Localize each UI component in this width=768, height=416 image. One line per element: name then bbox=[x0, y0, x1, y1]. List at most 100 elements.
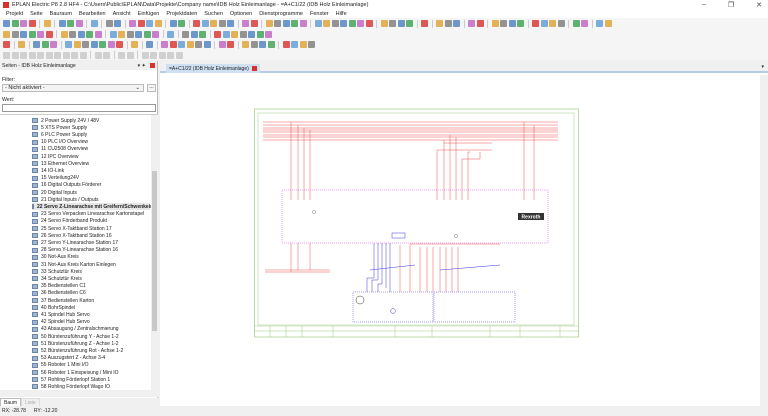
refresh-icon[interactable] bbox=[193, 20, 200, 27]
arc3-icon[interactable] bbox=[135, 30, 142, 38]
cable2-icon[interactable] bbox=[82, 41, 89, 48]
tree-item[interactable]: 11 CU2508 Overview bbox=[32, 146, 88, 153]
line-icon[interactable] bbox=[60, 30, 68, 38]
tag-icon[interactable] bbox=[218, 41, 226, 48]
tree-item[interactable]: 6 PLC Power Supply bbox=[32, 131, 87, 138]
arc-icon[interactable] bbox=[77, 30, 85, 38]
close-button[interactable]: ✕ bbox=[756, 1, 762, 9]
paste-icon[interactable] bbox=[75, 20, 83, 27]
tree-item[interactable]: 25 Servo X-Taktband Station 17 bbox=[32, 225, 112, 232]
rectangle-icon[interactable] bbox=[86, 30, 93, 38]
view-icon[interactable] bbox=[242, 41, 249, 48]
minimize-button[interactable]: – bbox=[702, 1, 706, 9]
wrench-icon[interactable] bbox=[43, 20, 51, 27]
connect5-icon[interactable] bbox=[282, 41, 290, 48]
filter-dropdown[interactable]: - Nicht aktiviert - ⌄ bbox=[2, 84, 144, 92]
net3-icon[interactable] bbox=[282, 20, 290, 27]
g4-icon[interactable] bbox=[28, 51, 36, 59]
menu-hilfe[interactable]: Hilfe bbox=[336, 11, 347, 17]
ellipse2-icon[interactable] bbox=[152, 30, 159, 38]
corner-tr-icon[interactable] bbox=[500, 20, 507, 27]
tree-item[interactable]: 5 XTS Power Supply bbox=[32, 124, 87, 131]
frame-icon[interactable] bbox=[94, 30, 102, 38]
redo-icon[interactable] bbox=[137, 20, 145, 27]
undo-icon[interactable] bbox=[129, 20, 136, 27]
cross2-icon[interactable] bbox=[581, 20, 588, 27]
view4-icon[interactable] bbox=[267, 41, 275, 48]
net5-icon[interactable] bbox=[299, 20, 307, 27]
wire-icon[interactable] bbox=[116, 41, 123, 48]
grid-icon[interactable] bbox=[314, 20, 322, 27]
snap-icon[interactable] bbox=[323, 20, 330, 27]
corner5-icon[interactable] bbox=[299, 41, 307, 48]
page-prop-icon[interactable] bbox=[20, 30, 27, 38]
tree-item[interactable]: 2 Power Supply 24V / 48V bbox=[32, 117, 99, 124]
menu-seite[interactable]: Seite bbox=[30, 11, 43, 17]
tree-item[interactable]: 27 Servo Y-Linearachse Station 17 bbox=[32, 239, 118, 246]
g7-icon[interactable] bbox=[54, 51, 61, 59]
corner6-icon[interactable] bbox=[308, 41, 315, 48]
menu-suchen[interactable]: Suchen bbox=[204, 11, 223, 17]
menu-dienstprogramme[interactable]: Dienstprogramme bbox=[259, 11, 303, 17]
g13-icon[interactable] bbox=[118, 51, 125, 59]
tree-item[interactable]: 16 Digital Outputs Förderer bbox=[32, 182, 101, 189]
g17-icon[interactable] bbox=[158, 51, 166, 59]
scrollbar-thumb[interactable] bbox=[152, 171, 157, 331]
copy-icon[interactable] bbox=[67, 20, 74, 27]
menu-einf-gen[interactable]: Einfügen bbox=[138, 11, 160, 17]
tree-item[interactable]: 10 PLC I/O Overview bbox=[32, 139, 88, 146]
box3-icon[interactable] bbox=[195, 41, 202, 48]
tree-item[interactable]: 35 Bedienstellen C1 bbox=[32, 283, 86, 290]
redo2-icon[interactable] bbox=[146, 20, 153, 27]
g15-icon[interactable] bbox=[141, 51, 149, 59]
plc2-icon[interactable] bbox=[41, 41, 49, 48]
tree-item[interactable]: 23 Servo Verpacken Linearachse Kartonsta… bbox=[32, 211, 144, 218]
layer2-icon[interactable] bbox=[397, 20, 405, 27]
g9-icon[interactable] bbox=[71, 51, 78, 59]
tree-item[interactable]: 31 Not-Aus Kreis Karton Einlegen bbox=[32, 261, 116, 268]
terminal-icon[interactable] bbox=[421, 20, 428, 27]
tree-horizontal-scrollbar[interactable] bbox=[0, 390, 158, 397]
g12-icon[interactable] bbox=[103, 51, 110, 59]
zoom-in-icon[interactable] bbox=[210, 20, 217, 27]
page2-icon[interactable] bbox=[178, 20, 185, 27]
g18-icon[interactable] bbox=[167, 51, 174, 59]
image-icon[interactable] bbox=[190, 30, 198, 38]
tree-item[interactable]: 51 Bürstenzuführung Z - Achse 1-2 bbox=[32, 340, 119, 347]
tree-item[interactable]: 52 Bürstenzuführung Rot - Achse 1-2 bbox=[32, 347, 123, 354]
tree-vertical-scrollbar[interactable] bbox=[151, 115, 158, 390]
g11-icon[interactable] bbox=[94, 51, 102, 59]
g3-icon[interactable] bbox=[20, 51, 27, 59]
dim3-icon[interactable] bbox=[231, 30, 238, 38]
jump4-icon[interactable] bbox=[365, 20, 373, 27]
t-up-icon[interactable] bbox=[540, 20, 548, 27]
box2-icon[interactable] bbox=[186, 41, 194, 48]
cable-icon[interactable] bbox=[73, 41, 81, 48]
t-right-icon[interactable] bbox=[549, 20, 556, 27]
page-macro-icon[interactable] bbox=[28, 30, 36, 38]
plc3-icon[interactable] bbox=[50, 41, 57, 48]
tree-item[interactable]: 12 IPC Overview bbox=[32, 153, 79, 160]
symbol2-icon[interactable] bbox=[169, 41, 177, 48]
tree-item[interactable]: 34 Schutztür Kreis bbox=[32, 275, 82, 282]
box4-icon[interactable] bbox=[203, 41, 211, 48]
g8-icon[interactable] bbox=[62, 51, 70, 59]
corner-br-icon[interactable] bbox=[517, 20, 524, 27]
dim2-icon[interactable] bbox=[222, 30, 230, 38]
menu-bearbeiten[interactable]: Bearbeiten bbox=[79, 11, 106, 17]
save-icon[interactable] bbox=[20, 20, 27, 27]
tag2-icon[interactable] bbox=[227, 41, 234, 48]
tree-item[interactable]: 37 Bedienstellen Karton bbox=[32, 297, 94, 304]
g6-icon[interactable] bbox=[45, 51, 53, 59]
macro-icon[interactable] bbox=[3, 41, 10, 48]
terminal-strip-icon[interactable] bbox=[65, 41, 72, 48]
device-icon[interactable] bbox=[18, 41, 25, 48]
net-icon[interactable] bbox=[265, 20, 273, 27]
plc-icon[interactable] bbox=[33, 41, 40, 48]
page-new-icon[interactable] bbox=[11, 30, 19, 38]
open-icon[interactable] bbox=[11, 20, 19, 27]
back-icon[interactable] bbox=[242, 20, 249, 27]
tree-item[interactable]: 42 Spindel Hub Servo bbox=[32, 319, 90, 326]
break-icon[interactable] bbox=[596, 20, 603, 27]
tree-item[interactable]: 26 Servo X-Taktband Station 16 bbox=[32, 232, 112, 239]
